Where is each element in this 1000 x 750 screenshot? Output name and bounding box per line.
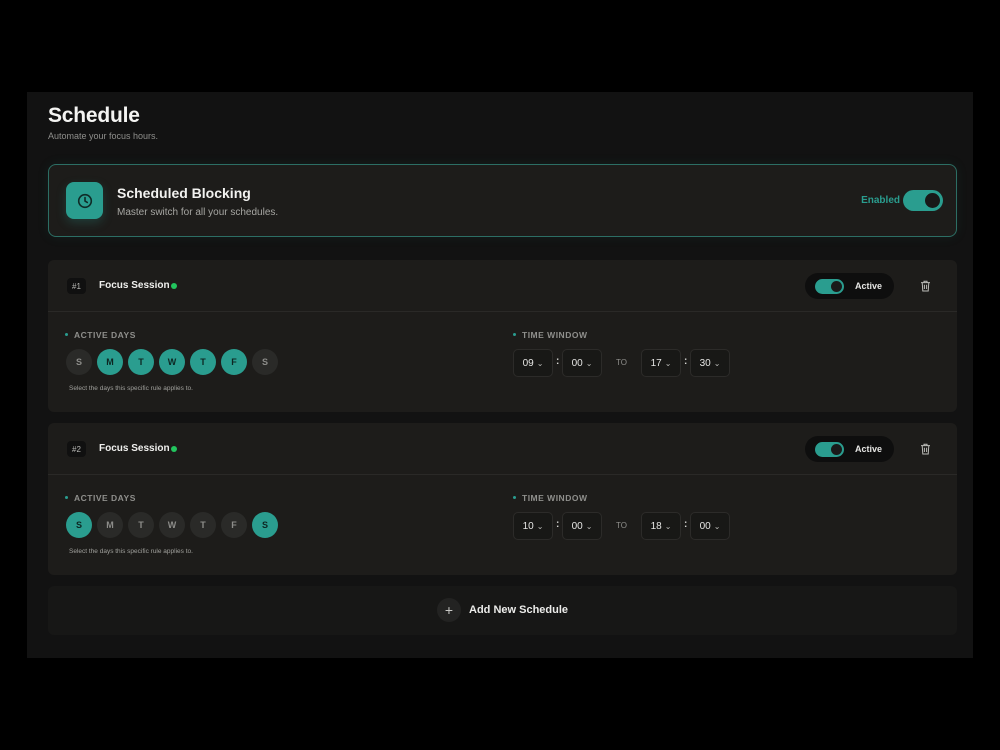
active-days-label: ACTIVE DAYS	[65, 330, 136, 340]
master-title: Scheduled Blocking	[117, 185, 251, 201]
chevron-down-icon: ⌄	[664, 358, 672, 368]
day-thu[interactable]: T	[190, 349, 216, 375]
active-toggle[interactable]	[815, 279, 844, 294]
status-dot	[171, 446, 177, 452]
days-hint: Select the days this specific rule appli…	[69, 548, 193, 555]
scheduled-blocking-card: Scheduled Blocking Master switch for all…	[48, 164, 957, 237]
chevron-down-icon: ⌄	[536, 358, 544, 368]
rule-number-badge: #1	[67, 278, 86, 294]
day-fri[interactable]: F	[221, 512, 247, 538]
day-wed[interactable]: W	[159, 512, 185, 538]
chevron-down-icon: ⌄	[664, 521, 672, 531]
plus-icon: +	[437, 598, 461, 622]
chevron-down-icon: ⌄	[713, 521, 721, 531]
schedule-panel: Schedule Automate your focus hours. Sche…	[27, 92, 973, 658]
to-label: TO	[616, 521, 627, 530]
delete-rule-button[interactable]	[917, 278, 933, 294]
active-toggle-pill[interactable]: Active	[805, 273, 894, 299]
time-window-label: TIME WINDOW	[513, 493, 587, 503]
rule-name: Focus Session	[99, 443, 170, 454]
day-mon[interactable]: M	[97, 349, 123, 375]
enabled-label: Enabled	[861, 195, 900, 206]
to-label: TO	[616, 358, 627, 367]
end-minute-select[interactable]: 00 ⌄	[690, 512, 730, 540]
page-subtitle: Automate your focus hours.	[48, 131, 159, 141]
day-thu[interactable]: T	[190, 512, 216, 538]
toggle-knob	[831, 444, 842, 455]
schedule-rule-1: #1 Focus Session Active ACTIVE DAYS S M …	[48, 260, 957, 412]
rule-name: Focus Session	[99, 280, 170, 291]
toggle-knob	[831, 281, 842, 292]
add-new-schedule-label: Add New Schedule	[469, 604, 569, 616]
day-tue[interactable]: T	[128, 512, 154, 538]
start-minute-select[interactable]: 00 ⌄	[562, 512, 602, 540]
chevron-down-icon: ⌄	[585, 521, 593, 531]
day-sun[interactable]: S	[66, 512, 92, 538]
active-label: Active	[855, 444, 883, 454]
start-hour-select[interactable]: 10 ⌄	[513, 512, 553, 540]
schedule-rule-2: #2 Focus Session Active ACTIVE DAYS S M …	[48, 423, 957, 575]
day-selector: S M T W T F S	[66, 512, 278, 538]
rule-header: #1 Focus Session Active	[48, 260, 957, 312]
master-description: Master switch for all your schedules.	[117, 207, 279, 218]
status-dot	[171, 283, 177, 289]
active-toggle[interactable]	[815, 442, 844, 457]
active-days-label: ACTIVE DAYS	[65, 493, 136, 503]
trash-icon	[920, 280, 930, 292]
days-hint: Select the days this specific rule appli…	[69, 385, 193, 392]
start-minute-select[interactable]: 00 ⌄	[562, 349, 602, 377]
end-hour-select[interactable]: 17 ⌄	[641, 349, 681, 377]
day-sat[interactable]: S	[252, 512, 278, 538]
master-toggle[interactable]	[903, 190, 943, 211]
rule-header: #2 Focus Session Active	[48, 423, 957, 475]
day-wed[interactable]: W	[159, 349, 185, 375]
delete-rule-button[interactable]	[917, 441, 933, 457]
day-selector: S M T W T F S	[66, 349, 278, 375]
toggle-knob	[925, 193, 940, 208]
add-new-schedule-button[interactable]: + Add New Schedule	[48, 586, 957, 635]
day-sat[interactable]: S	[252, 349, 278, 375]
chevron-down-icon: ⌄	[713, 358, 721, 368]
day-sun[interactable]: S	[66, 349, 92, 375]
rule-number-badge: #2	[67, 441, 86, 457]
day-mon[interactable]: M	[97, 512, 123, 538]
day-tue[interactable]: T	[128, 349, 154, 375]
day-fri[interactable]: F	[221, 349, 247, 375]
chevron-down-icon: ⌄	[585, 358, 593, 368]
time-window-label: TIME WINDOW	[513, 330, 587, 340]
page-title: Schedule	[48, 104, 140, 127]
end-hour-select[interactable]: 18 ⌄	[641, 512, 681, 540]
start-hour-select[interactable]: 09 ⌄	[513, 349, 553, 377]
end-minute-select[interactable]: 30 ⌄	[690, 349, 730, 377]
chevron-down-icon: ⌄	[536, 521, 544, 531]
active-toggle-pill[interactable]: Active	[805, 436, 894, 462]
active-label: Active	[855, 281, 883, 291]
clock-icon	[66, 182, 103, 219]
trash-icon	[920, 443, 930, 455]
